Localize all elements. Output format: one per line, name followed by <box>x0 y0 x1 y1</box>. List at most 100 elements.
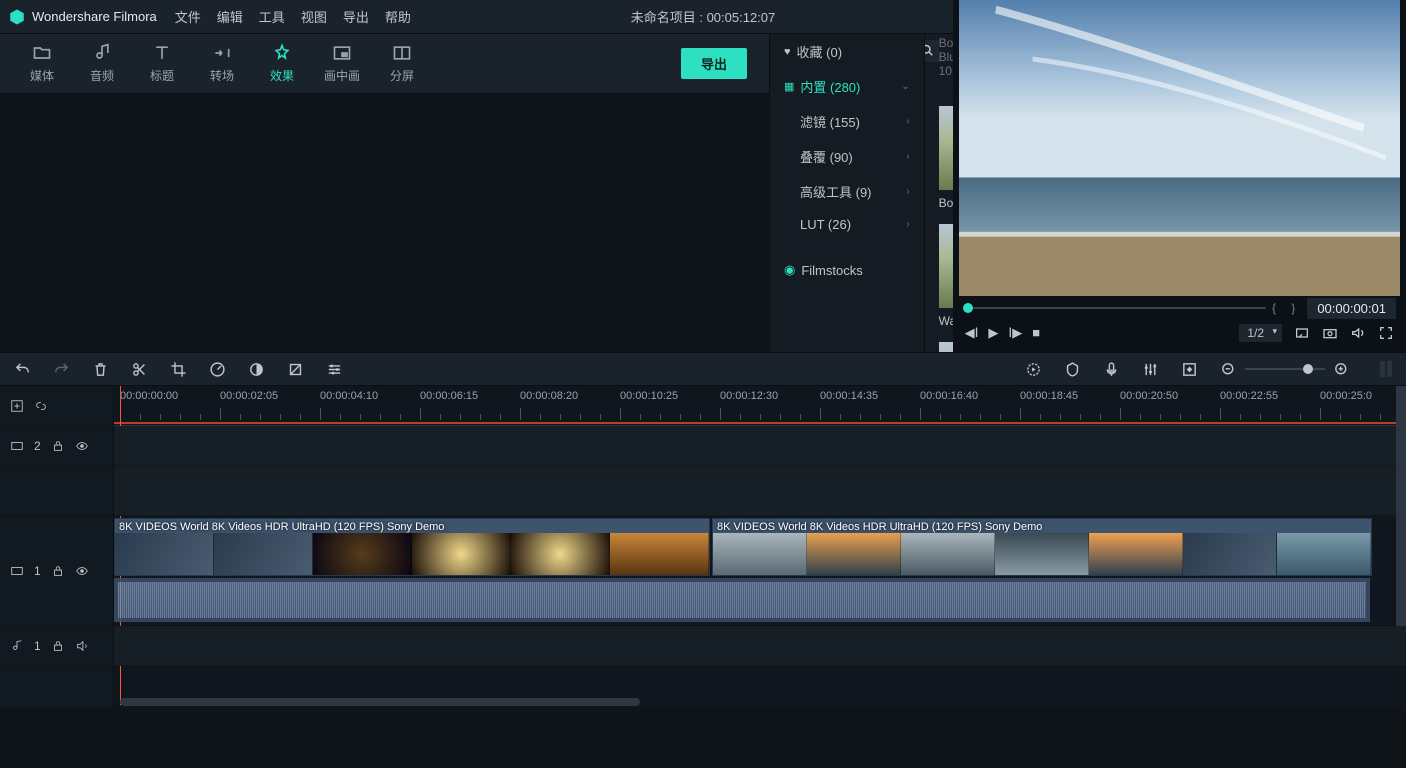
sidebar-filmstocks[interactable]: ◉Filmstocks <box>770 254 924 286</box>
preview-zoom-value: 1/2 <box>1247 326 1264 340</box>
chevron-right-icon: › <box>906 151 909 162</box>
menu-view[interactable]: 视图 <box>301 7 327 26</box>
sidebar-lut-label: LUT (26) <box>800 217 851 232</box>
effect-warm-glow[interactable]: ⬇Warm Glow <box>939 224 953 328</box>
sidebar-overlay[interactable]: 叠覆 (90)› <box>770 139 924 174</box>
zoom-track[interactable] <box>1245 368 1325 370</box>
menu-help[interactable]: 帮助 <box>385 7 411 26</box>
zoom-in-icon[interactable] <box>1333 361 1350 378</box>
track-v1-lane[interactable]: 8K VIDEOS World 8K Videos HDR UltraHD (1… <box>114 516 1406 626</box>
menu-tools[interactable]: 工具 <box>259 7 285 26</box>
track-v1-label: 1 <box>34 564 41 578</box>
timeline-h-scrollbar[interactable] <box>120 698 640 706</box>
menu-file[interactable]: 文件 <box>175 7 201 26</box>
video-clip[interactable]: 8K VIDEOS World 8K Videos HDR UltraHD (1… <box>712 518 1372 576</box>
crop-icon[interactable] <box>170 361 187 378</box>
undo-icon[interactable] <box>14 361 31 378</box>
prev-frame-button[interactable]: ◀Ⅰ <box>965 325 979 341</box>
mixer-icon[interactable] <box>1142 361 1159 378</box>
effect-thumb[interactable]: ⬇ <box>939 106 953 190</box>
marker-brackets-icon[interactable]: { } <box>1272 301 1301 315</box>
fullscreen-icon[interactable] <box>1378 325 1394 341</box>
quality-icon[interactable] <box>1294 325 1310 341</box>
timeline: 2 1 1 00:00:00:0000:00:02:0500:00:04:100… <box>0 386 1406 708</box>
sidebar-advanced[interactable]: 高级工具 (9)› <box>770 174 924 209</box>
app-logo-icon <box>8 8 26 26</box>
track-header-v2[interactable]: 2 <box>0 426 113 466</box>
track-v2-lane[interactable] <box>114 426 1406 466</box>
sidebar-builtin[interactable]: 内置 (280)⌄ <box>770 69 924 104</box>
voiceover-icon[interactable] <box>1103 361 1120 378</box>
audio-waveform[interactable] <box>114 578 1370 622</box>
lock-icon[interactable] <box>51 639 65 653</box>
stop-button[interactable]: ■ <box>1032 325 1040 341</box>
preview-canvas[interactable] <box>959 0 1400 296</box>
timeline-v-scrollbar[interactable] <box>1396 386 1406 626</box>
track-header-v1[interactable]: 1 <box>0 516 113 626</box>
timeline-ruler[interactable]: 00:00:00:0000:00:02:0500:00:04:1000:00:0… <box>114 386 1406 426</box>
video-clip[interactable]: 8K VIDEOS World 8K Videos HDR UltraHD (1… <box>114 518 710 576</box>
next-frame-button[interactable]: Ⅰ▶ <box>1008 325 1022 341</box>
tab-audio[interactable]: 音频 <box>72 43 132 84</box>
sidebar-lut[interactable]: LUT (26)› <box>770 209 924 240</box>
eye-icon[interactable] <box>75 439 89 453</box>
track-spacer <box>0 466 113 516</box>
lock-icon[interactable] <box>51 439 65 453</box>
scrubber-track[interactable] <box>963 307 1266 309</box>
mute-icon[interactable] <box>75 639 89 653</box>
menu-export[interactable]: 导出 <box>343 7 369 26</box>
timeline-tracks[interactable]: 00:00:00:0000:00:02:0500:00:04:1000:00:0… <box>114 386 1406 708</box>
speed-icon[interactable] <box>209 361 226 378</box>
tab-transition[interactable]: 转场 <box>192 43 252 84</box>
sidebar-filter[interactable]: 滤镜 (155)› <box>770 104 924 139</box>
app-name: Wondershare Filmora <box>32 9 157 24</box>
tab-pip[interactable]: 画中画 <box>312 43 372 84</box>
preview-zoom-select[interactable]: 1/2 <box>1239 324 1282 342</box>
effects-grid: Bokeh Blur 10 Warm Film Metropolis ⬇Boke… <box>925 34 953 352</box>
volume-icon[interactable] <box>1350 325 1366 341</box>
tab-media[interactable]: 媒体 <box>12 43 72 84</box>
effect-thumb[interactable]: ⬇ <box>939 224 953 308</box>
snapshot-icon[interactable] <box>1322 325 1338 341</box>
delete-icon[interactable] <box>92 361 109 378</box>
zoom-out-icon[interactable] <box>1220 361 1237 378</box>
greenscreen-icon[interactable] <box>287 361 304 378</box>
split-icon[interactable] <box>131 361 148 378</box>
effects-sidebar: 收藏 (0) 内置 (280)⌄ 滤镜 (155)› 叠覆 (90)› 高级工具… <box>770 34 925 352</box>
lock-icon[interactable] <box>51 564 65 578</box>
effect-brannan[interactable]: Brannan <box>939 342 953 352</box>
color-icon[interactable] <box>248 361 265 378</box>
effect-bokeh-blur-4[interactable]: ⬇Bokeh Blur 4 <box>939 106 953 210</box>
timeline-meter-icon[interactable] <box>1380 361 1392 377</box>
library-tabs: 媒体 音频 标题 转场 效果 画中画 分屏 导出 <box>0 34 770 94</box>
effect-thumb[interactable] <box>939 342 953 352</box>
tab-splitscreen[interactable]: 分屏 <box>372 43 432 84</box>
sidebar-favorites-label: 收藏 (0) <box>797 42 843 61</box>
export-button[interactable]: 导出 <box>681 48 747 79</box>
filmstocks-icon: ◉ <box>784 262 795 278</box>
redo-icon[interactable] <box>53 361 70 378</box>
tab-title[interactable]: 标题 <box>132 43 192 84</box>
marker-icon[interactable] <box>1064 361 1081 378</box>
project-title: 未命名项目 : 00:05:12:07 <box>631 7 776 26</box>
play-button[interactable]: ▶ <box>988 325 998 341</box>
track-a1-lane[interactable] <box>114 626 1406 666</box>
adjust-icon[interactable] <box>326 361 343 378</box>
ruler-label: 00:00:22:55 <box>1220 390 1278 402</box>
link-icon[interactable] <box>34 399 48 413</box>
track-header-a1[interactable]: 1 <box>0 626 113 666</box>
keyframe-icon[interactable] <box>1181 361 1198 378</box>
render-icon[interactable] <box>1025 361 1042 378</box>
eye-icon[interactable] <box>75 564 89 578</box>
preview-panel: { } 00:00:00:01 ◀Ⅰ ▶ Ⅰ▶ ■ 1/2 <box>953 0 1406 352</box>
ruler-label: 00:00:02:05 <box>220 390 278 402</box>
ruler-label: 00:00:25:0 <box>1320 390 1372 402</box>
sidebar-favorites[interactable]: 收藏 (0) <box>770 34 924 69</box>
scrubber-knob[interactable] <box>963 303 973 313</box>
preview-timecode: 00:00:00:01 <box>1307 298 1396 319</box>
video-track-icon <box>10 564 24 578</box>
menu-edit[interactable]: 编辑 <box>217 7 243 26</box>
tab-effects[interactable]: 效果 <box>252 43 312 84</box>
zoom-knob[interactable] <box>1303 364 1313 374</box>
add-track-icon[interactable] <box>10 399 24 413</box>
